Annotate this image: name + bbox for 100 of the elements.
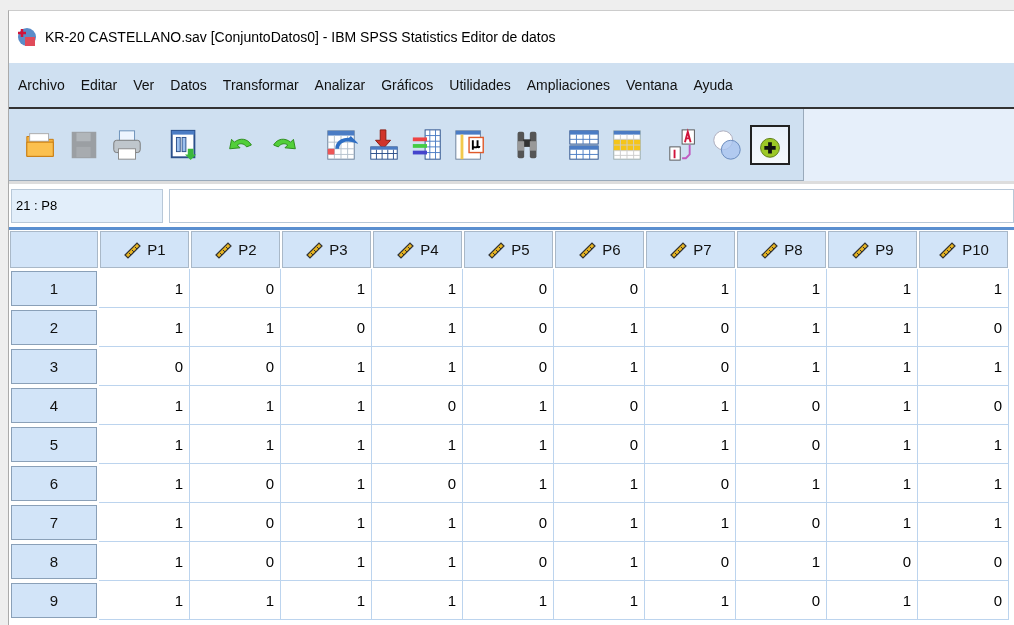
table-cell: 1 bbox=[645, 269, 736, 308]
table-cell: 0 bbox=[99, 347, 190, 386]
menu-item[interactable]: Ampliaciones bbox=[521, 77, 622, 93]
menu-item[interactable]: Utilidades bbox=[444, 77, 522, 93]
table-cell: 0 bbox=[736, 503, 827, 542]
row-header[interactable]: 9 bbox=[11, 583, 97, 618]
table-cell: 1 bbox=[736, 347, 827, 386]
column-header[interactable]: P4 bbox=[373, 231, 462, 268]
table-cell: 1 bbox=[463, 464, 554, 503]
row-header[interactable]: 2 bbox=[11, 310, 97, 345]
column-name: P4 bbox=[420, 241, 439, 258]
table-cell: 1 bbox=[281, 464, 372, 503]
ruler-icon bbox=[487, 240, 506, 259]
column-header[interactable]: P10 bbox=[919, 231, 1008, 268]
table-cell: 1 bbox=[463, 425, 554, 464]
menu-item[interactable]: Ventana bbox=[621, 77, 689, 93]
overlapping-circles-icon bbox=[710, 127, 744, 162]
table-cell: 0 bbox=[645, 308, 736, 347]
column-header[interactable]: P8 bbox=[737, 231, 826, 268]
table-cell: 0 bbox=[463, 269, 554, 308]
table-cell: 1 bbox=[827, 347, 918, 386]
table-cell: 0 bbox=[554, 269, 645, 308]
table-cell: 0 bbox=[918, 581, 1009, 620]
table-cell: 1 bbox=[736, 269, 827, 308]
table-cell: 1 bbox=[99, 542, 190, 581]
table-cell: 1 bbox=[827, 425, 918, 464]
column-name: P2 bbox=[238, 241, 257, 258]
table-cell: 1 bbox=[190, 581, 281, 620]
down-arrow-grid-icon bbox=[367, 127, 401, 162]
table-cell: 1 bbox=[827, 308, 918, 347]
table-cell: 0 bbox=[645, 464, 736, 503]
table-cell: 1 bbox=[281, 542, 372, 581]
row-header[interactable]: 1 bbox=[11, 271, 97, 306]
column-header[interactable]: P7 bbox=[646, 231, 735, 268]
table-cell: 1 bbox=[99, 503, 190, 542]
table-cell: 0 bbox=[736, 581, 827, 620]
table-cell: 1 bbox=[918, 464, 1009, 503]
table-cell: 1 bbox=[372, 269, 463, 308]
highlighted-grid-icon bbox=[610, 127, 644, 162]
column-name: P10 bbox=[962, 241, 989, 258]
table-cell: 1 bbox=[554, 503, 645, 542]
window-title: KR-20 CASTELLANO.sav [ConjuntoDatos0] - IBM SPSS Statistics Editor de datos bbox=[45, 29, 556, 45]
menu-item[interactable]: Editar bbox=[75, 77, 129, 93]
bars-grid-icon bbox=[410, 127, 444, 162]
table-cell: 1 bbox=[372, 425, 463, 464]
table-cell: 1 bbox=[736, 464, 827, 503]
cell-editor-field[interactable] bbox=[169, 188, 1014, 223]
table-cell: 1 bbox=[827, 503, 918, 542]
table-cell: 1 bbox=[190, 308, 281, 347]
table-cell: 0 bbox=[736, 386, 827, 425]
menu-item[interactable]: Analizar bbox=[309, 77, 377, 93]
menu-item[interactable]: Ver bbox=[128, 77, 166, 93]
column-header[interactable]: P6 bbox=[555, 231, 644, 268]
table-cell: 0 bbox=[190, 464, 281, 503]
table-cell: 1 bbox=[281, 425, 372, 464]
column-header[interactable]: P5 bbox=[464, 231, 553, 268]
column-name: P3 bbox=[329, 241, 348, 258]
menu-item[interactable]: Ayuda bbox=[688, 77, 744, 93]
table-cell: 1 bbox=[554, 581, 645, 620]
table-cell: 1 bbox=[554, 542, 645, 581]
column-header[interactable]: P3 bbox=[282, 231, 371, 268]
printer-icon bbox=[110, 127, 144, 162]
table-cell: 1 bbox=[281, 347, 372, 386]
table-cell: 0 bbox=[736, 425, 827, 464]
table-cell: 1 bbox=[281, 581, 372, 620]
ruler-icon bbox=[669, 240, 688, 259]
column-name: P5 bbox=[511, 241, 530, 258]
ruler-icon bbox=[578, 240, 597, 259]
table-cell: 1 bbox=[281, 269, 372, 308]
table-cell: 1 bbox=[918, 269, 1009, 308]
row-header[interactable]: 7 bbox=[11, 505, 97, 540]
table-cell: 1 bbox=[554, 308, 645, 347]
menu-item[interactable]: Archivo bbox=[13, 77, 76, 93]
row-header[interactable]: 8 bbox=[11, 544, 97, 579]
table-cell: 1 bbox=[99, 308, 190, 347]
column-header[interactable]: P2 bbox=[191, 231, 280, 268]
ruler-icon bbox=[214, 240, 233, 259]
ruler-icon bbox=[123, 240, 142, 259]
table-cell: 0 bbox=[554, 386, 645, 425]
table-cell: 1 bbox=[827, 269, 918, 308]
table-cell: 1 bbox=[918, 347, 1009, 386]
row-header[interactable]: 3 bbox=[11, 349, 97, 384]
table-cell: 1 bbox=[99, 386, 190, 425]
row-header[interactable]: 4 bbox=[11, 388, 97, 423]
menu-item[interactable]: Transformar bbox=[217, 77, 310, 93]
table-cell: 0 bbox=[918, 386, 1009, 425]
column-header[interactable]: P9 bbox=[828, 231, 917, 268]
cell-reference: 21 : P8 bbox=[11, 188, 163, 223]
toolbar-button[interactable] bbox=[750, 124, 790, 165]
menu-item[interactable]: Datos bbox=[165, 77, 218, 93]
menu-item[interactable]: Gráficos bbox=[376, 77, 445, 93]
column-header[interactable]: P1 bbox=[100, 231, 189, 268]
row-header[interactable]: 6 bbox=[11, 466, 97, 501]
row-header[interactable]: 5 bbox=[11, 427, 97, 462]
table-cell: 0 bbox=[918, 542, 1009, 581]
table-cell: 1 bbox=[372, 347, 463, 386]
table-cell: 1 bbox=[645, 503, 736, 542]
ruler-icon bbox=[938, 240, 957, 259]
ruler-icon bbox=[851, 240, 870, 259]
ruler-icon bbox=[396, 240, 415, 259]
